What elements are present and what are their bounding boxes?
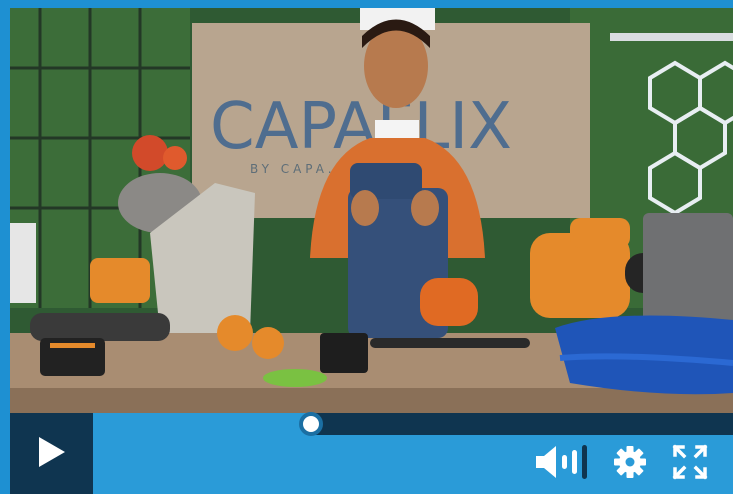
fullscreen-icon [672,444,708,484]
video-player: CAPAFLIX BY CAPA... MEDICINE [0,0,733,494]
video-scene: CAPAFLIX BY CAPA... MEDICINE [10,8,733,413]
control-bar [10,412,733,494]
progress-bar[interactable] [93,412,733,436]
play-button[interactable] [10,413,93,494]
video-frame[interactable]: CAPAFLIX BY CAPA... MEDICINE [10,8,733,413]
settings-button[interactable] [610,446,650,482]
fullscreen-button[interactable] [670,444,710,484]
progress-handle[interactable] [298,412,323,436]
volume-button[interactable] [532,444,590,484]
play-icon [37,435,67,473]
gear-icon [613,445,647,483]
volume-icon [534,444,588,484]
progress-fill [93,413,311,435]
